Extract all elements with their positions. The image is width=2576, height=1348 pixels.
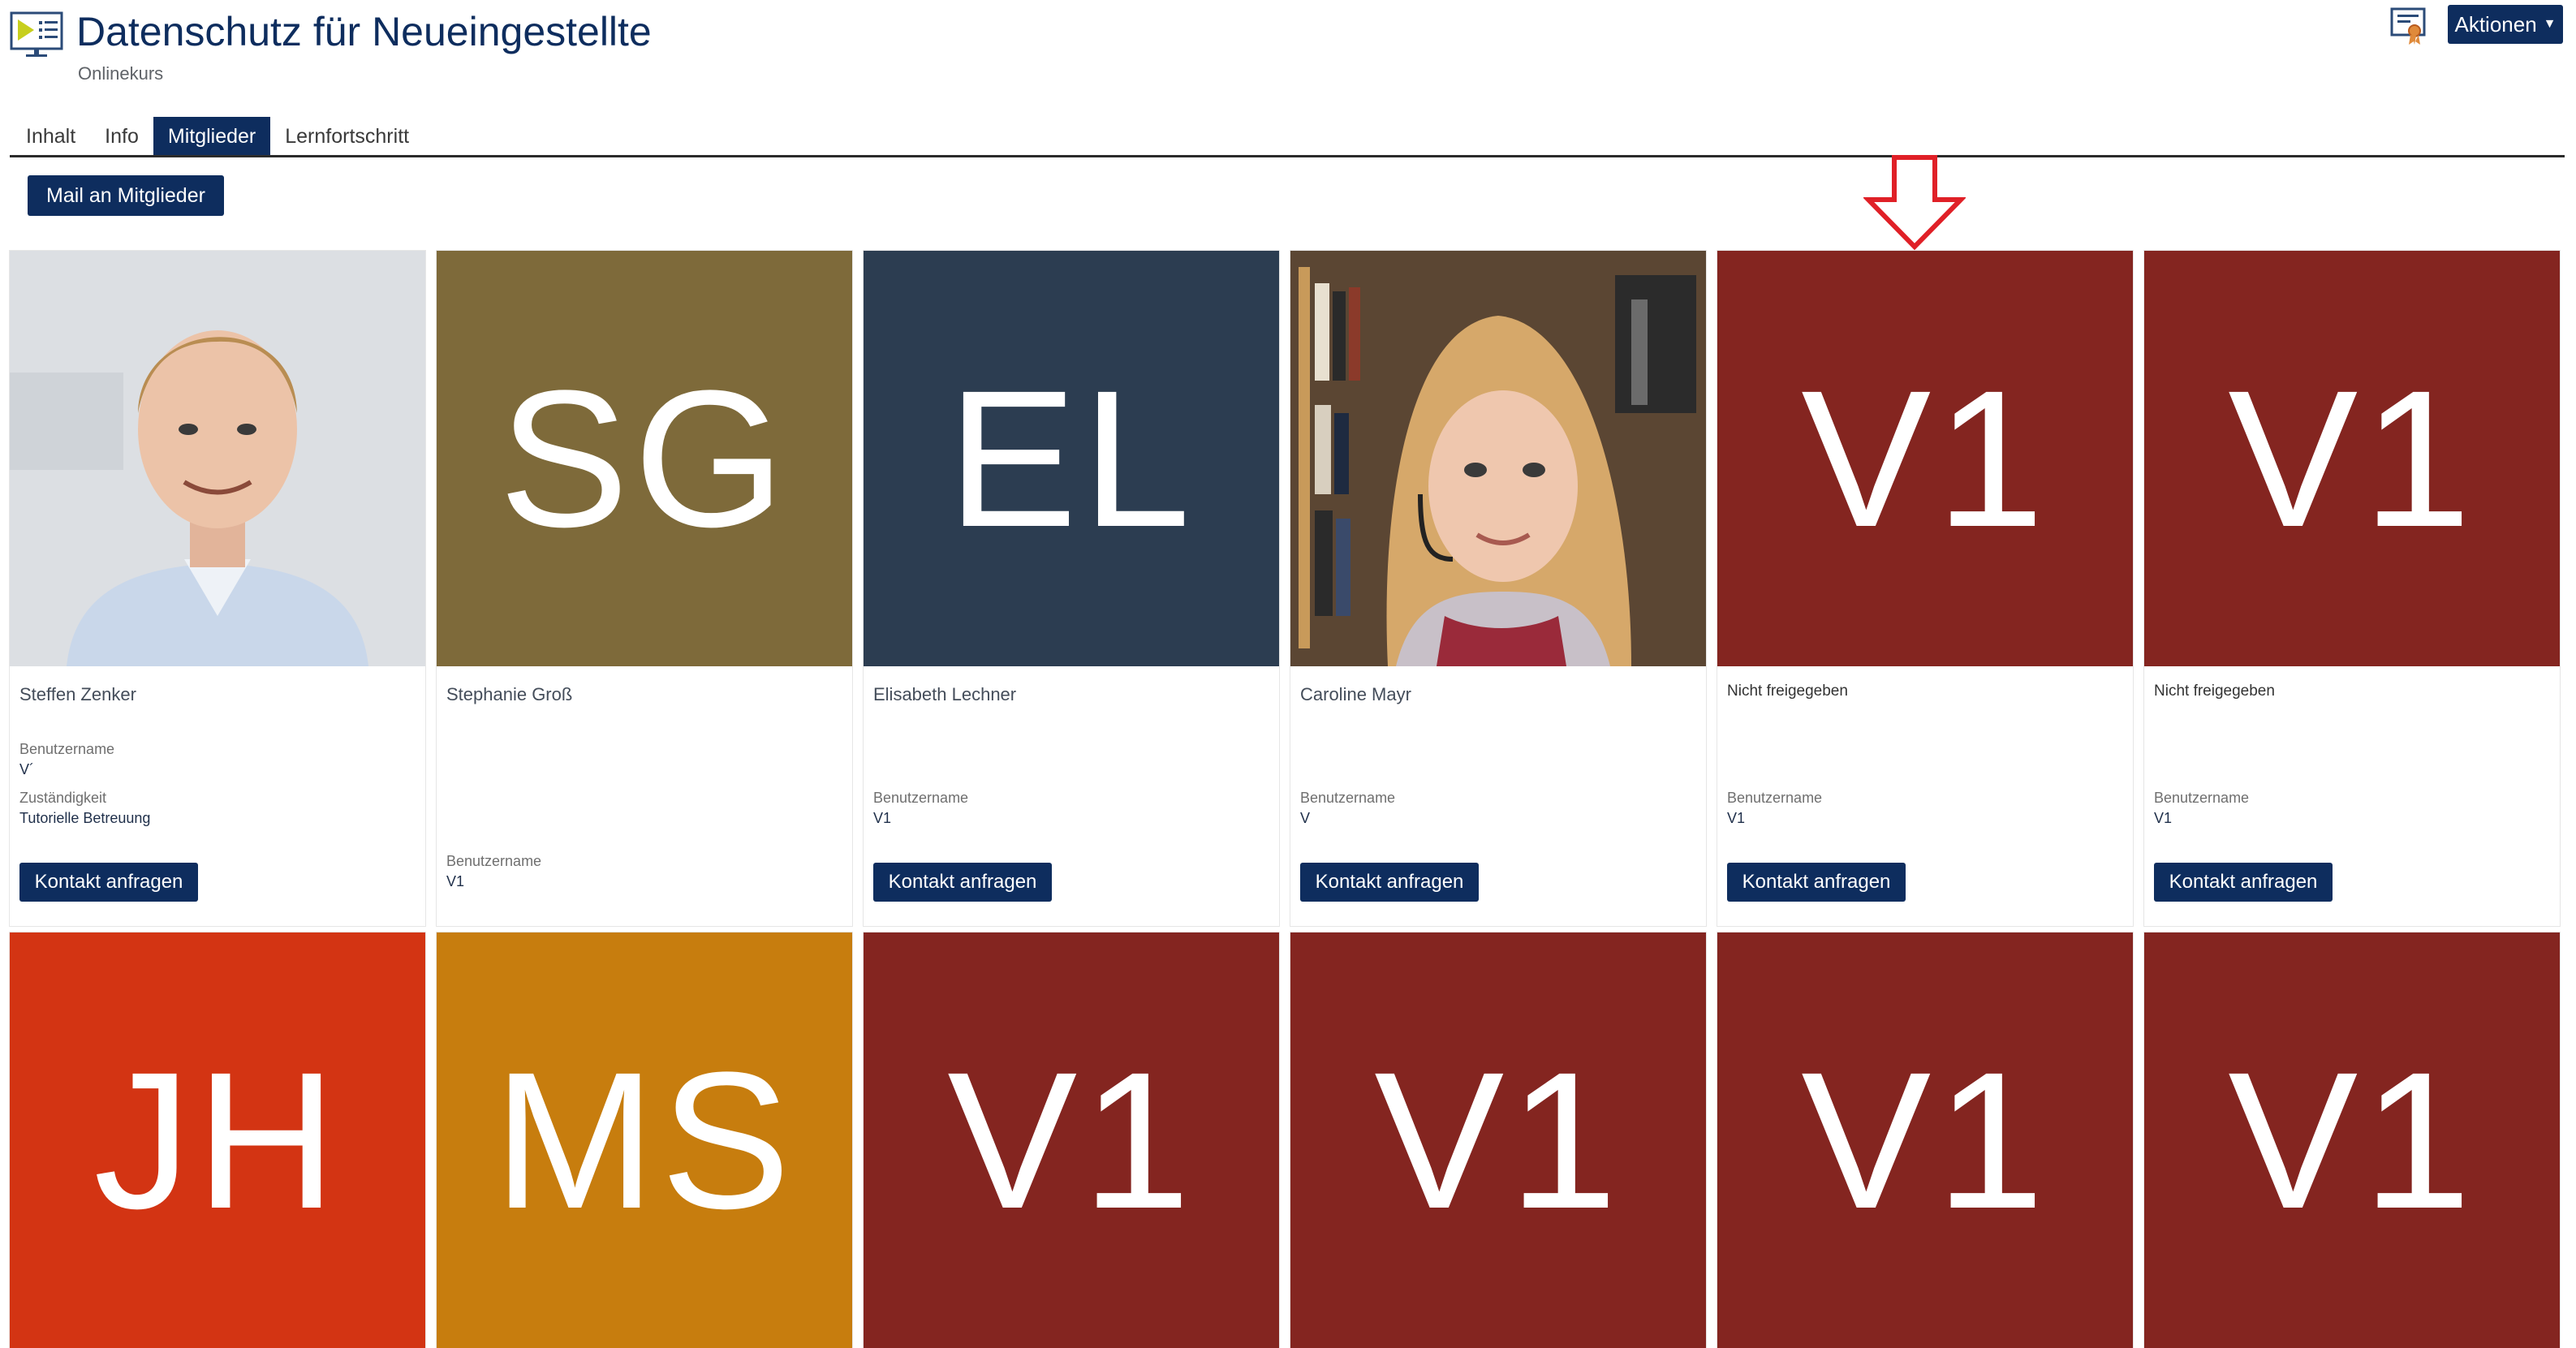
username-label: Benutzername <box>873 790 969 806</box>
member-card: EL Elisabeth Lechner Benutzername V1 Kon… <box>863 250 1280 927</box>
contact-request-button[interactable]: Kontakt anfragen <box>19 863 198 902</box>
actions-dropdown-button[interactable]: Aktionen ▼ <box>2448 5 2563 44</box>
avatar[interactable] <box>1290 251 1706 666</box>
username-label: Benutzername <box>2154 790 2250 806</box>
member-card: SG Stephanie Groß Benutzername V1 <box>436 250 853 927</box>
username-value: V1 <box>2154 810 2173 826</box>
tab-lernfortschritt[interactable]: Lernfortschritt <box>270 117 424 156</box>
member-card: JH <box>9 932 426 1348</box>
username-label: Benutzername <box>1300 790 1396 806</box>
member-card: V1 Nicht freigegeben Benutzername V1 Kon… <box>2143 250 2561 927</box>
contact-request-button[interactable]: Kontakt anfragen <box>1727 863 1906 902</box>
member-card: V1 <box>2143 932 2561 1348</box>
page-title: Datenschutz für Neueingestellte <box>76 9 652 54</box>
tab-divider <box>10 155 2565 157</box>
username-label: Benutzername <box>1727 790 1823 806</box>
avatar-initials: EL <box>947 350 1195 567</box>
member-card: V1 <box>863 932 1280 1348</box>
avatar-initials: V1 <box>2228 1031 2476 1249</box>
avatar[interactable]: EL <box>864 251 1279 666</box>
member-card: V1 Nicht freigegeben Benutzername V1 Kon… <box>1717 250 2134 927</box>
avatar[interactable]: V1 <box>2144 932 2560 1348</box>
username-value: V1 <box>1727 810 1746 826</box>
avatar[interactable]: JH <box>10 932 425 1348</box>
tab-info[interactable]: Info <box>90 117 153 156</box>
avatar[interactable] <box>10 251 425 666</box>
member-name[interactable]: Steffen Zenker <box>19 684 136 705</box>
responsibility-label: Zuständigkeit <box>19 790 107 806</box>
member-card: Steffen Zenker Benutzername V´ Zuständig… <box>9 250 426 927</box>
tab-bar: Inhalt Info Mitglieder Lernfortschritt <box>11 117 424 156</box>
avatar[interactable]: MS <box>437 932 852 1348</box>
contact-request-button[interactable]: Kontakt anfragen <box>2154 863 2333 902</box>
member-info: Stephanie Groß Benutzername V1 <box>437 666 852 926</box>
avatar-initials: SG <box>498 350 790 567</box>
visibility-status: Nicht freigegeben <box>1727 683 1848 700</box>
avatar[interactable]: V1 <box>1717 251 2133 666</box>
member-card: V1 <box>1290 932 1707 1348</box>
tab-inhalt[interactable]: Inhalt <box>11 117 90 156</box>
certificate-icon[interactable] <box>2389 6 2427 47</box>
member-info: Nicht freigegeben Benutzername V1 Kontak… <box>2144 666 2560 926</box>
avatar[interactable]: V1 <box>864 932 1279 1348</box>
username-value: V´ <box>19 761 34 777</box>
member-card: V1 <box>1717 932 2134 1348</box>
responsibility-value: Tutorielle Betreuung <box>19 810 151 826</box>
contact-request-button[interactable]: Kontakt anfragen <box>1300 863 1479 902</box>
member-card: Caroline Mayr Benutzername V Kontakt anf… <box>1290 250 1707 927</box>
member-name[interactable]: Caroline Mayr <box>1300 684 1411 705</box>
mail-members-button[interactable]: Mail an Mitglieder <box>28 175 224 216</box>
caret-down-icon: ▼ <box>2543 17 2557 31</box>
member-info: Steffen Zenker Benutzername V´ Zuständig… <box>10 666 425 926</box>
avatar-initials: MS <box>493 1031 795 1249</box>
username-label: Benutzername <box>446 853 542 869</box>
page-subtitle: Onlinekurs <box>78 63 164 84</box>
member-info: Nicht freigegeben Benutzername V1 Kontak… <box>1717 666 2133 926</box>
avatar-initials: V1 <box>1801 350 2049 567</box>
avatar-initials: JH <box>93 1031 342 1249</box>
member-info: Elisabeth Lechner Benutzername V1 Kontak… <box>864 666 1279 926</box>
username-value: V <box>1300 810 1311 826</box>
username-value: V1 <box>873 810 892 826</box>
avatar[interactable]: SG <box>437 251 852 666</box>
avatar[interactable]: V1 <box>2144 251 2560 666</box>
tab-mitglieder[interactable]: Mitglieder <box>153 117 271 156</box>
avatar-initials: V1 <box>1374 1031 1622 1249</box>
username-value: V1 <box>446 873 465 889</box>
contact-request-button[interactable]: Kontakt anfragen <box>873 863 1052 902</box>
member-name[interactable]: Elisabeth Lechner <box>873 684 1016 705</box>
avatar-initials: V1 <box>1801 1031 2049 1249</box>
member-info: Caroline Mayr Benutzername V Kontakt anf… <box>1290 666 1706 926</box>
avatar[interactable]: V1 <box>1290 932 1706 1348</box>
avatar-initials: V1 <box>2228 350 2476 567</box>
username-label: Benutzername <box>19 741 115 757</box>
presentation-icon <box>10 11 63 58</box>
avatar-initials: V1 <box>947 1031 1195 1249</box>
member-name[interactable]: Stephanie Groß <box>446 684 572 705</box>
visibility-status: Nicht freigegeben <box>2154 683 2275 700</box>
annotation-arrow-icon <box>1862 154 1967 252</box>
actions-label: Aktionen <box>2454 11 2537 37</box>
member-card: MS <box>436 932 853 1348</box>
avatar[interactable]: V1 <box>1717 932 2133 1348</box>
